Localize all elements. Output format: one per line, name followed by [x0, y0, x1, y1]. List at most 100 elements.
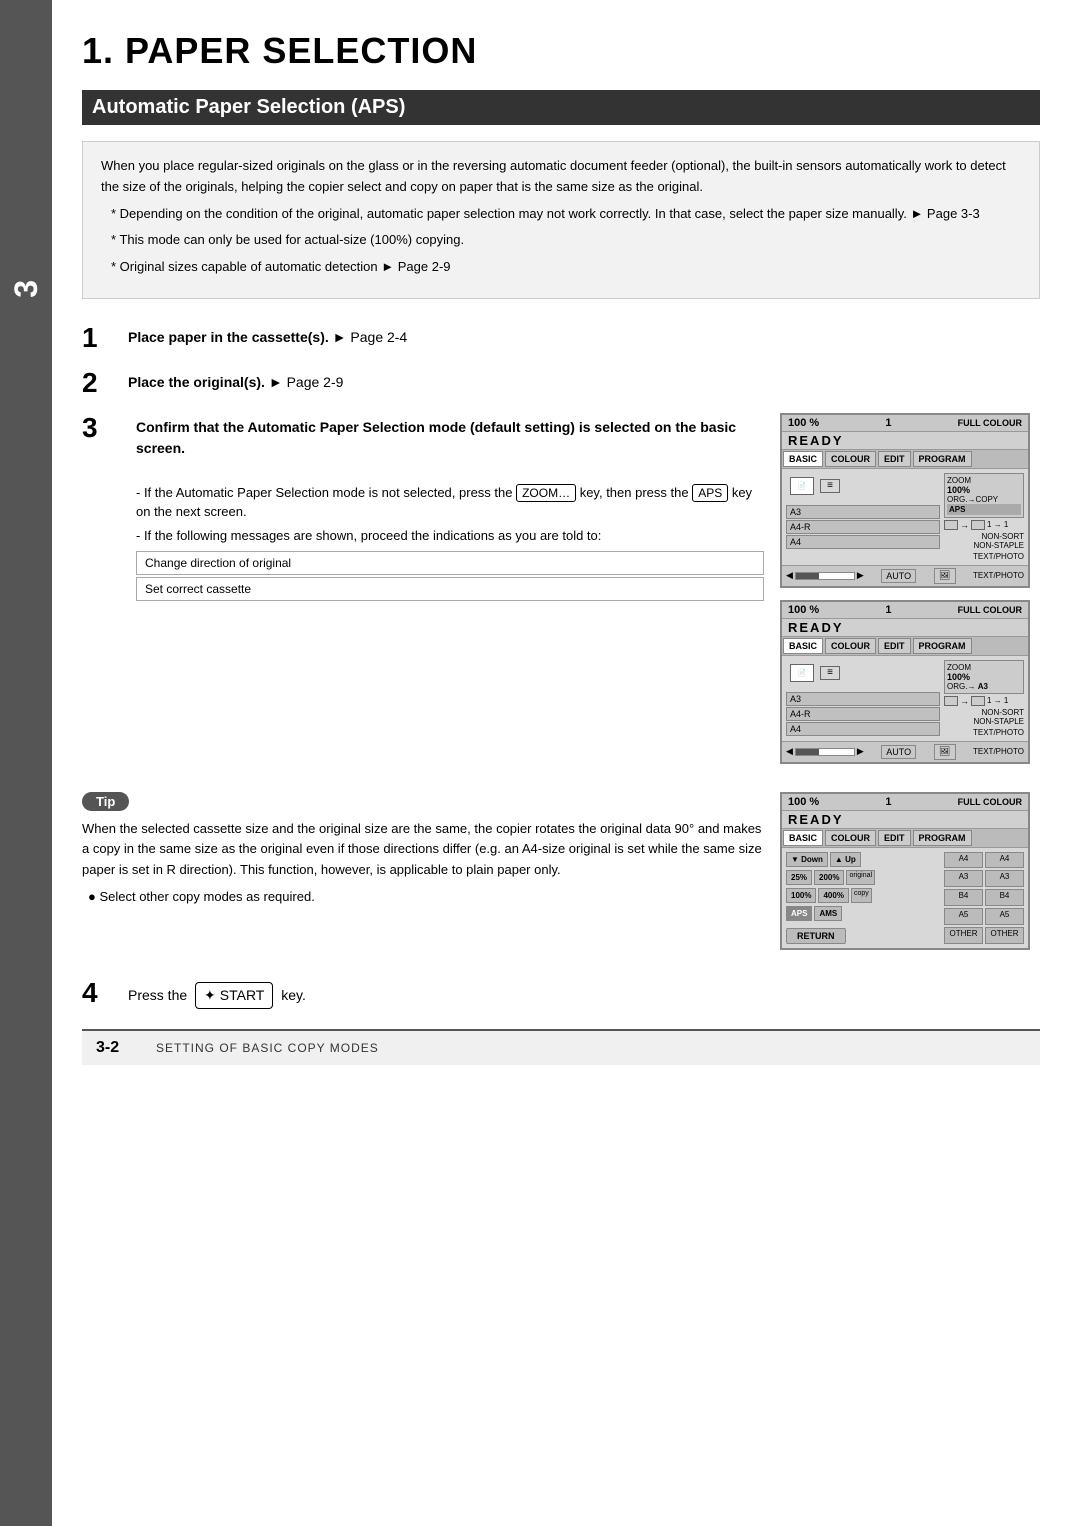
cs1-tabs: BASIC COLOUR EDIT PROGRAM	[782, 450, 1028, 469]
cs3-layout: ▼ Down ▲ Up 25% 200% original 100%	[786, 852, 1024, 944]
step-4-number: 4	[82, 978, 120, 1009]
cs2-photo-icon: 🖼	[934, 744, 956, 760]
tip-text: When the selected cassette size and the …	[82, 819, 764, 881]
cs3-size-b4-2[interactable]: B4	[985, 889, 1024, 906]
tip-badge: Tip	[82, 792, 129, 811]
cs1-doc-icon: 📄	[790, 477, 814, 495]
cs2-left: 📄 ≡ A3 A4-R	[786, 660, 940, 737]
bottom-label: SETTING OF BASIC COPY MODES	[156, 1041, 379, 1055]
cs2-cassette-a4r: A4-R	[786, 707, 940, 721]
cs3-size-a3-2[interactable]: A3	[985, 870, 1024, 887]
cs2-doc-icon: 📄	[790, 664, 814, 682]
cs1-tab-colour[interactable]: COLOUR	[825, 451, 876, 467]
step-4-text: Press the ✦ START key.	[128, 978, 306, 1009]
cs1-non-sort: NON-SORT NON-STAPLE	[944, 532, 1024, 550]
msg-intro-1: - If the Automatic Paper Selection mode …	[136, 483, 764, 522]
cs1-ready: READY	[782, 432, 1028, 450]
cs2-exposure-bar	[795, 748, 855, 756]
cs1-doc-area: 📄 ≡	[786, 473, 940, 499]
cs2-auto[interactable]: AUTO	[881, 745, 916, 759]
info-note-1: * Depending on the condition of the orig…	[111, 204, 1021, 225]
cs1-body: 📄 ≡ A3 A4-R	[782, 469, 1028, 565]
copier-screen-1: 100 % 1 FULL COLOUR READY BASIC COLOUR E…	[780, 413, 1030, 588]
copier-screen-3: 100 % 1 FULL COLOUR READY BASIC COLOUR E…	[780, 792, 1030, 950]
cs3-400-btn[interactable]: 400%	[818, 888, 848, 903]
cs2-header: 100 % 1 FULL COLOUR	[782, 602, 1028, 619]
cs2-tab-basic[interactable]: BASIC	[783, 638, 823, 654]
cs2-cassettes: A3 A4-R A4	[786, 692, 940, 736]
cs2-text-photo: TEXT/PHOTO	[944, 728, 1024, 737]
step-3-number: 3	[82, 413, 120, 444]
cs3-size-b4-1[interactable]: B4	[944, 889, 983, 906]
cs3-tab-program[interactable]: PROGRAM	[913, 830, 972, 846]
info-box: When you place regular-sized originals o…	[82, 141, 1040, 299]
step-1-row: 1 Place paper in the cassette(s). ► Page…	[82, 323, 1040, 354]
cs3-tab-colour[interactable]: COLOUR	[825, 830, 876, 846]
cs1-tab-program[interactable]: PROGRAM	[913, 451, 972, 467]
cs3-25-btn[interactable]: 25%	[786, 870, 812, 885]
start-star-icon: ✦	[204, 985, 216, 1006]
step-4-row: 4 Press the ✦ START key.	[82, 978, 1040, 1009]
cs3-size-other-2[interactable]: OTHER	[985, 927, 1024, 944]
cs2-zoom: ZOOM 100% ORG.→ A3	[944, 660, 1024, 694]
cs3-size-a3-1[interactable]: A3	[944, 870, 983, 887]
messages-area: - If the Automatic Paper Selection mode …	[136, 483, 764, 602]
cs1-auto[interactable]: AUTO	[881, 569, 916, 583]
cs1-tab-edit[interactable]: EDIT	[878, 451, 911, 467]
cs3-100-btn[interactable]: 100%	[786, 888, 816, 903]
cs1-text-photo: TEXT/PHOTO	[944, 552, 1024, 561]
cs3-200-btn[interactable]: 200%	[814, 870, 844, 885]
cs1-copy-icons: → 1 → 1	[944, 520, 1024, 530]
cs2-exposure: ◀ ▶	[786, 746, 864, 757]
cs3-aps-btn[interactable]: APS	[786, 906, 812, 921]
cs1-cassette-a4: A4	[786, 535, 940, 549]
bottom-page-number: 3-2	[96, 1039, 136, 1057]
cs3-size-a5-2[interactable]: A5	[985, 908, 1024, 925]
cs1-cassette-a3: A3	[786, 505, 940, 519]
cs3-size-a5-1[interactable]: A5	[944, 908, 983, 925]
tip-bullet: ● Select other copy modes as required.	[88, 889, 764, 904]
cs1-tab-basic[interactable]: BASIC	[783, 451, 823, 467]
cs2-body: 📄 ≡ A3 A4-R	[782, 656, 1028, 741]
info-note-3: * Original sizes capable of automatic de…	[111, 257, 1021, 278]
cs3-return-btn[interactable]: RETURN	[786, 928, 846, 944]
cs3-size-a4-1[interactable]: A4	[944, 852, 983, 869]
cs3-zoom-btns: 25% 200% original	[786, 870, 940, 885]
step-2-number: 2	[82, 368, 120, 399]
cs2-cassette-a3: A3	[786, 692, 940, 706]
cs1-header: 100 % 1 FULL COLOUR	[782, 415, 1028, 432]
cs2-non-sort: NON-SORT NON-STAPLE	[944, 708, 1024, 726]
step-3-text: Confirm that the Automatic Paper Selecti…	[136, 413, 764, 459]
cs3-up-btn[interactable]: ▲ Up	[830, 852, 861, 867]
info-note-2: * This mode can only be used for actual-…	[111, 230, 1021, 251]
cs3-tab-basic[interactable]: BASIC	[783, 830, 823, 846]
cs1-cassette-a4r: A4-R	[786, 520, 940, 534]
cs3-size-a4-2[interactable]: A4	[985, 852, 1024, 869]
cs3-size-grid: A4 A4 A3 A3 B4 B4 A5 A5 OTHER OTHER	[944, 852, 1024, 944]
cs1-exposure-bar	[795, 572, 855, 580]
tip-left: Tip When the selected cassette size and …	[82, 792, 764, 904]
cs2-tab-colour[interactable]: COLOUR	[825, 638, 876, 654]
cs3-tab-edit[interactable]: EDIT	[878, 830, 911, 846]
cs2-footer: ◀ ▶ AUTO 🖼 TEXT/PHOTO	[782, 741, 1028, 762]
cs3-size-other-1[interactable]: OTHER	[944, 927, 983, 944]
steps-section: 1 Place paper in the cassette(s). ► Page…	[82, 323, 1040, 776]
start-key[interactable]: ✦ START	[195, 982, 273, 1009]
info-main-text: When you place regular-sized originals o…	[101, 156, 1021, 198]
cs3-ready: READY	[782, 811, 1028, 829]
step-2-text: Place the original(s). ► Page 2-9	[128, 368, 343, 393]
cs3-body: ▼ Down ▲ Up 25% 200% original 100%	[782, 848, 1028, 948]
chapter-tab: 3	[0, 0, 52, 1526]
screens-panel: 100 % 1 FULL COLOUR READY BASIC COLOUR E…	[780, 413, 1040, 776]
cs3-return-area: RETURN	[786, 924, 940, 944]
bottom-bar: 3-2 SETTING OF BASIC COPY MODES	[82, 1029, 1040, 1065]
cs3-copy-label: copy	[851, 888, 872, 903]
page-wrapper: 3 1. PAPER SELECTION Automatic Paper Sel…	[0, 0, 1080, 1526]
cs3-tabs: BASIC COLOUR EDIT PROGRAM	[782, 829, 1028, 848]
cs2-text-photo-footer: TEXT/PHOTO	[973, 747, 1024, 756]
cs2-tab-program[interactable]: PROGRAM	[913, 638, 972, 654]
cs3-down-btn[interactable]: ▼ Down	[786, 852, 828, 867]
cs2-tab-edit[interactable]: EDIT	[878, 638, 911, 654]
cs3-ams-btn[interactable]: AMS	[814, 906, 842, 921]
main-content: 1. PAPER SELECTION Automatic Paper Selec…	[52, 0, 1080, 1526]
